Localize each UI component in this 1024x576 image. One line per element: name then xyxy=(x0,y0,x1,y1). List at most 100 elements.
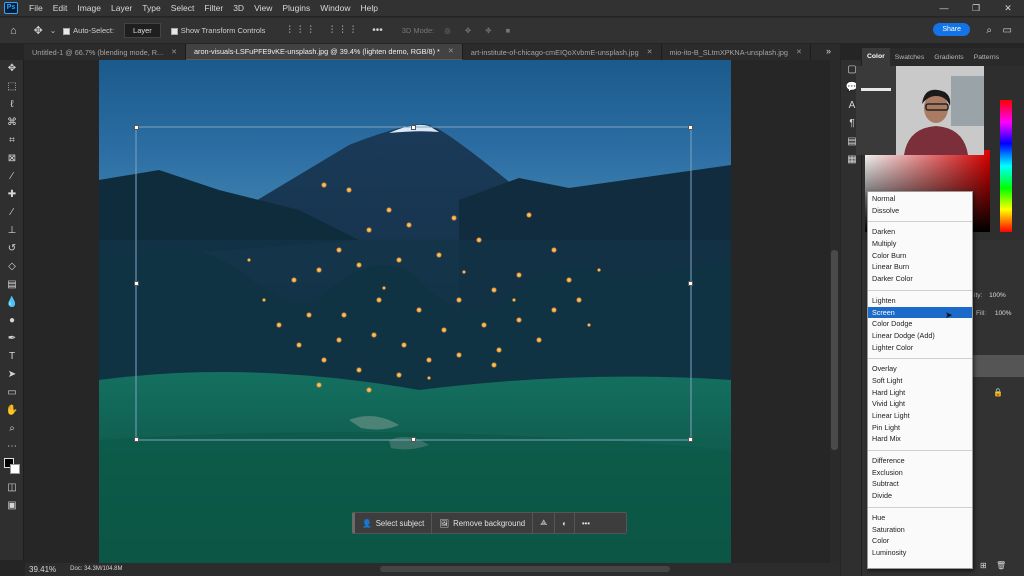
blend-linear-burn[interactable]: Linear Burn xyxy=(868,261,972,273)
blend-pin-light[interactable]: Pin Light xyxy=(868,422,972,434)
adjustment-icon[interactable]: ◐ xyxy=(555,513,575,533)
more-options-icon[interactable]: ••• xyxy=(372,25,383,36)
more-tools-icon[interactable]: ⋯ xyxy=(5,441,19,453)
menu-window[interactable]: Window xyxy=(315,3,355,13)
align-icons[interactable]: ⫶⫶⫶ ⫶⫶⫶ xyxy=(288,25,362,36)
eyedropper-icon[interactable]: ⁄ xyxy=(5,171,19,183)
blend-divide[interactable]: Divide xyxy=(868,490,972,502)
blend-multiply[interactable]: Multiply xyxy=(868,238,972,250)
select-subject-button[interactable]: 👤 Select subject xyxy=(355,513,433,533)
brush-icon[interactable]: ∕ xyxy=(5,207,19,219)
share-button[interactable]: Share xyxy=(933,23,970,36)
blend-overlay[interactable]: Overlay xyxy=(868,363,972,375)
blend-color-burn[interactable]: Color Burn xyxy=(868,250,972,262)
fill-value[interactable]: 100% xyxy=(995,310,1012,317)
hue-slider[interactable] xyxy=(1000,100,1012,232)
transform-handle-br[interactable] xyxy=(688,437,693,442)
menu-filter[interactable]: Filter xyxy=(199,3,228,13)
blend-lighten[interactable]: Lighten xyxy=(868,295,972,307)
delete-layer-icon[interactable]: 🗑 xyxy=(996,561,1006,570)
pen-icon[interactable]: ✒ xyxy=(5,333,19,345)
blend-subtract[interactable]: Subtract xyxy=(868,478,972,490)
layer-row-selected[interactable] xyxy=(973,355,1024,377)
stamp-icon[interactable]: ⊥ xyxy=(5,225,19,237)
marquee-icon[interactable]: ⬚ xyxy=(5,81,19,93)
more-options-button[interactable]: ••• xyxy=(575,513,597,533)
healing-icon[interactable]: ✚ xyxy=(5,189,19,201)
blend-vivid-light[interactable]: Vivid Light xyxy=(868,398,972,410)
chevron-down-icon[interactable]: ⌄ xyxy=(50,26,56,35)
menu-help[interactable]: Help xyxy=(355,3,382,13)
type-icon[interactable]: T xyxy=(5,351,19,363)
close-button[interactable]: ✕ xyxy=(992,0,1024,16)
blend-normal[interactable]: Normal xyxy=(868,193,972,205)
zoom-level[interactable]: 39.41% xyxy=(29,563,56,576)
transform-icon[interactable]: ⟁ xyxy=(533,513,556,533)
tab-untitled[interactable]: Untitled-1 @ 66.7% (blending mode, R... ✕ xyxy=(24,44,186,60)
move-icon[interactable]: ✥ xyxy=(34,24,43,37)
transform-handle-tr[interactable] xyxy=(688,125,693,130)
close-icon[interactable]: ✕ xyxy=(647,45,653,60)
transform-checkbox[interactable] xyxy=(170,27,178,35)
dodge-icon[interactable]: ● xyxy=(5,315,19,327)
quick-mask-icon[interactable]: ◫ xyxy=(5,482,19,494)
menu-file[interactable]: File xyxy=(24,3,48,13)
tabs-overflow-icon[interactable]: » xyxy=(826,46,831,56)
auto-select-dropdown[interactable]: Layer xyxy=(124,23,161,38)
transform-handle-tl[interactable] xyxy=(134,125,139,130)
menu-type[interactable]: Type xyxy=(137,3,165,13)
menu-layer[interactable]: Layer xyxy=(106,3,137,13)
blend-exclusion[interactable]: Exclusion xyxy=(868,467,972,479)
zoom-icon[interactable]: ⌕ xyxy=(5,423,19,435)
tab-color[interactable]: Color xyxy=(862,48,890,66)
gradient-icon[interactable]: ▤ xyxy=(5,279,19,291)
horizontal-scrollbar[interactable] xyxy=(380,566,670,572)
workspace-icon[interactable]: ▭ xyxy=(1003,25,1012,36)
photoshop-logo[interactable]: Ps xyxy=(4,2,18,14)
libraries-icon[interactable]: ▦ xyxy=(845,154,859,166)
object-select-icon[interactable]: ⌘ xyxy=(5,117,19,129)
move-tool-icon[interactable]: ✥ xyxy=(5,63,19,75)
close-icon[interactable]: ✕ xyxy=(796,45,802,60)
blend-screen[interactable]: Screen xyxy=(868,306,972,319)
blend-luminosity[interactable]: Luminosity xyxy=(868,547,972,559)
blend-color-dodge[interactable]: Color Dodge xyxy=(868,318,972,330)
transform-handle-mr[interactable] xyxy=(688,281,693,286)
opacity-value[interactable]: 100% xyxy=(989,292,1006,299)
menu-image[interactable]: Image xyxy=(72,3,106,13)
menu-view[interactable]: View xyxy=(249,3,277,13)
history-brush-icon[interactable]: ↺ xyxy=(5,243,19,255)
background-color-swatch[interactable] xyxy=(10,464,20,474)
canvas-area[interactable] xyxy=(25,60,840,563)
menu-edit[interactable]: Edit xyxy=(48,3,73,13)
screen-mode-icon[interactable]: ▣ xyxy=(5,500,19,512)
document-image[interactable] xyxy=(99,60,731,563)
transform-handle-ml[interactable] xyxy=(134,281,139,286)
new-layer-icon[interactable]: ⊞ xyxy=(980,561,987,570)
transform-handle-tm[interactable] xyxy=(411,125,416,130)
blend-soft-light[interactable]: Soft Light xyxy=(868,375,972,387)
blend-hard-light[interactable]: Hard Light xyxy=(868,387,972,399)
lasso-icon[interactable]: ℓ xyxy=(5,99,19,111)
crop-icon[interactable]: ⌗ xyxy=(5,135,19,147)
menu-plugins[interactable]: Plugins xyxy=(277,3,315,13)
path-select-icon[interactable]: ➤ xyxy=(5,369,19,381)
auto-select-checkbox[interactable] xyxy=(63,27,71,35)
rectangle-icon[interactable]: ▭ xyxy=(5,387,19,399)
blend-darker-color[interactable]: Darker Color xyxy=(868,273,972,285)
remove-background-button[interactable]: 🖼 Remove background xyxy=(432,513,534,533)
tab-swatches[interactable]: Swatches xyxy=(890,54,929,61)
blend-darken[interactable]: Darken xyxy=(868,226,972,238)
frame-icon[interactable]: ⊠ xyxy=(5,153,19,165)
tab-art-institute[interactable]: art-institute-of-chicago-cmEIQoXvbmE-uns… xyxy=(463,44,662,60)
tab-patterns[interactable]: Patterns xyxy=(969,54,1004,61)
tab-gradients[interactable]: Gradients xyxy=(929,54,968,61)
search-icon[interactable]: ⌕ xyxy=(986,25,992,36)
transform-handle-bl[interactable] xyxy=(134,437,139,442)
home-icon[interactable]: ⌂ xyxy=(10,25,17,37)
blend-hue[interactable]: Hue xyxy=(868,512,972,524)
minimize-button[interactable]: — xyxy=(928,0,960,16)
blur-icon[interactable]: 💧 xyxy=(5,297,19,309)
blend-linear-dodge[interactable]: Linear Dodge (Add) xyxy=(868,330,972,342)
vertical-scroll-thumb[interactable] xyxy=(831,250,838,450)
